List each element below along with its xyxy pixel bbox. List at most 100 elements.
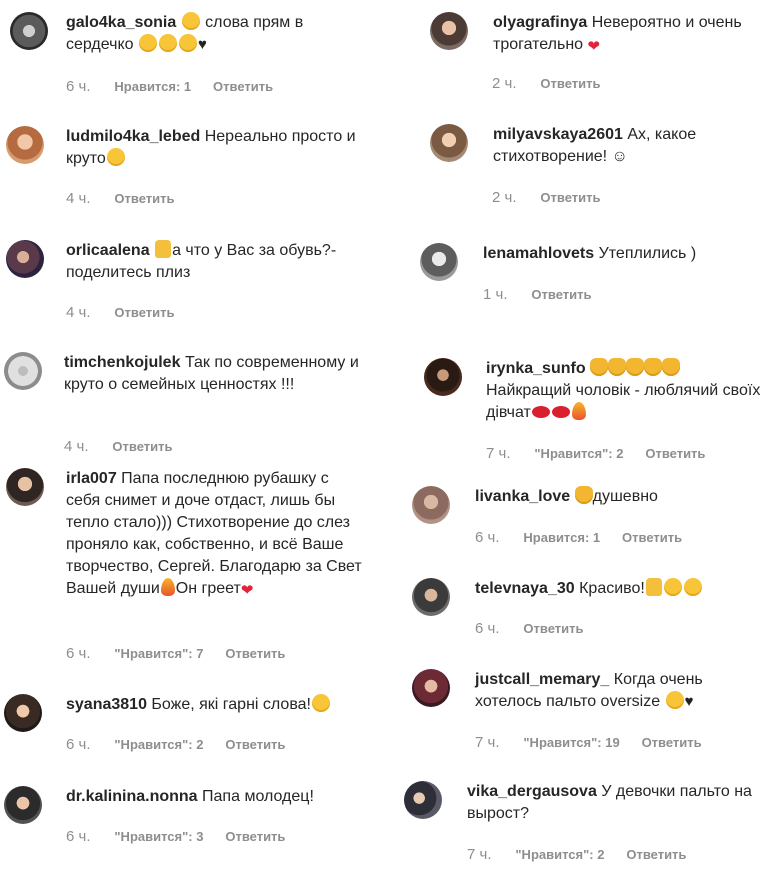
comment-body: milyavskaya2601 Ах, какое стихотворение!… (493, 124, 743, 168)
reply-button[interactable]: Ответить (114, 191, 174, 206)
username[interactable]: orlicaalena (66, 242, 150, 259)
likes-count[interactable]: Нравится: 1 (114, 79, 191, 94)
comment-body: irynka_sunfo Найкращий чоловік - люблячи… (486, 358, 766, 424)
comment-meta: 1 ч. Ответить (483, 286, 609, 303)
comment-text: душевно (592, 488, 658, 505)
username[interactable]: timchenkojulek (64, 354, 180, 371)
emoji-icon (683, 578, 702, 596)
avatar[interactable] (4, 352, 42, 390)
reply-button[interactable]: Ответить (540, 190, 600, 205)
comment-meta: 6 ч. Ответить (475, 620, 601, 637)
clapping-hands-icon (662, 358, 681, 376)
kiss-lips-icon (551, 406, 570, 418)
comment-body: orlicaalena а что у Вас за обувь?- подел… (66, 240, 366, 284)
comment-body: livanka_love душевно (475, 486, 658, 508)
reply-button[interactable]: Ответить (626, 847, 686, 862)
timestamp: 6 ч. (475, 529, 500, 546)
clapping-hands-icon (608, 358, 627, 376)
emoji-icon (312, 694, 330, 712)
username[interactable]: milyavskaya2601 (493, 126, 623, 143)
thumbs-up-icon (155, 240, 172, 258)
reply-button[interactable]: Ответить (114, 305, 174, 320)
timestamp: 7 ч. (475, 734, 500, 751)
reply-button[interactable]: Ответить (540, 76, 600, 91)
comment-body: vika_dergausova У девочки пальто на выро… (467, 781, 757, 825)
comment-text: Найкращий чоловік - люблячий своїх дівча… (486, 382, 761, 421)
reply-button[interactable]: Ответить (642, 735, 702, 750)
reply-button[interactable]: Ответить (523, 621, 583, 636)
comment-body: timchenkojulek Так по современному и кру… (64, 352, 364, 396)
username[interactable]: televnaya_30 (475, 580, 575, 597)
reply-button[interactable]: Ответить (645, 446, 705, 461)
timestamp: 4 ч. (64, 438, 89, 455)
likes-count[interactable]: "Нравится": 2 (534, 446, 623, 461)
avatar[interactable] (6, 126, 44, 164)
avatar[interactable] (10, 12, 48, 50)
reply-button[interactable]: Ответить (622, 530, 682, 545)
comment-body: galo4ka_sonia слова прям в сердечко ♥ (66, 12, 350, 56)
likes-count[interactable]: "Нравится": 19 (523, 735, 619, 750)
timestamp: 6 ч. (475, 620, 500, 637)
username[interactable]: lenamahlovets (483, 245, 594, 262)
likes-count[interactable]: Нравится: 1 (523, 530, 600, 545)
reply-button[interactable]: Ответить (225, 737, 285, 752)
heart-icon: ❤ (240, 582, 254, 599)
thumbs-up-icon (645, 578, 662, 596)
avatar[interactable] (6, 468, 44, 506)
username[interactable]: irynka_sunfo (486, 360, 586, 377)
fire-icon (160, 578, 175, 596)
reply-button[interactable]: Ответить (531, 287, 591, 302)
timestamp: 6 ч. (66, 78, 91, 95)
comment-text-end: Он греет (175, 580, 241, 597)
avatar[interactable] (412, 578, 450, 616)
username[interactable]: olyagrafinya (493, 14, 587, 31)
username[interactable]: justcall_memary_ (475, 671, 609, 688)
comment-meta: 4 ч. Ответить (66, 190, 192, 207)
likes-count[interactable]: "Нравится": 2 (515, 847, 604, 862)
comment-meta: 4 ч. Ответить (66, 304, 192, 321)
avatar[interactable] (412, 486, 450, 524)
comment-text: Утеплились ) (598, 245, 697, 262)
comment-body: ludmilo4ka_lebed Нереально просто и крут… (66, 126, 356, 170)
timestamp: 7 ч. (467, 846, 492, 863)
username[interactable]: ludmilo4ka_lebed (66, 128, 200, 145)
emoji-icon (139, 34, 157, 52)
username[interactable]: dr.kalinina.nonna (66, 788, 198, 805)
comment-body: lenamahlovets Утеплились ) (483, 243, 696, 265)
username[interactable]: vika_dergausova (467, 783, 597, 800)
reply-button[interactable]: Ответить (213, 79, 273, 94)
comment-meta: 4 ч. Ответить (64, 438, 190, 455)
heart-icon: ❤ (587, 38, 601, 55)
username[interactable]: galo4ka_sonia (66, 14, 176, 31)
username[interactable]: irla007 (66, 470, 117, 487)
likes-count[interactable]: "Нравится": 2 (114, 737, 203, 752)
avatar[interactable] (4, 786, 42, 824)
avatar[interactable] (4, 694, 42, 732)
timestamp: 1 ч. (483, 286, 508, 303)
emoji-icon (663, 578, 682, 596)
username[interactable]: livanka_love (475, 488, 570, 505)
reply-button[interactable]: Ответить (225, 829, 285, 844)
avatar[interactable] (404, 781, 442, 819)
avatar[interactable] (424, 358, 462, 396)
avatar[interactable] (420, 243, 458, 281)
kiss-lips-icon (531, 406, 550, 418)
comment-meta: 6 ч. Нравится: 1 Ответить (475, 529, 700, 546)
avatar[interactable] (430, 124, 468, 162)
avatar[interactable] (430, 12, 468, 50)
avatar[interactable] (6, 240, 44, 278)
reply-button[interactable]: Ответить (112, 439, 172, 454)
timestamp: 4 ч. (66, 190, 91, 207)
clapping-hands-icon (590, 358, 609, 376)
emoji-icon (181, 12, 200, 30)
black-heart-icon: ♥ (198, 36, 207, 53)
black-heart-icon: ♥ (684, 693, 694, 710)
avatar[interactable] (412, 669, 450, 707)
likes-count[interactable]: "Нравится": 7 (114, 646, 203, 661)
timestamp: 6 ч. (66, 736, 91, 753)
likes-count[interactable]: "Нравится": 3 (114, 829, 203, 844)
timestamp: 6 ч. (66, 645, 91, 662)
reply-button[interactable]: Ответить (225, 646, 285, 661)
username[interactable]: syana3810 (66, 696, 147, 713)
comment-body: olyagrafinya Невероятно и очень трогател… (493, 12, 765, 56)
